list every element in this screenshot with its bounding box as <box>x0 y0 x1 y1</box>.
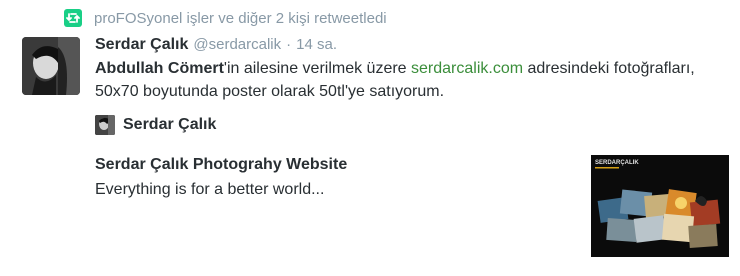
thumb-logo: SERDARÇALIK <box>595 160 639 166</box>
tweet-timestamp[interactable]: 14 sa. <box>296 36 337 53</box>
author-name[interactable]: Serdar Çalık <box>95 36 188 54</box>
retweet-icon <box>64 9 82 27</box>
author-avatar[interactable] <box>22 37 80 95</box>
card-thumbnail[interactable]: SERDARÇALIK <box>591 155 729 257</box>
card-author[interactable]: Serdar Çalık <box>95 115 216 135</box>
author-handle[interactable]: @serdarcalik <box>193 36 281 53</box>
card-title[interactable]: Serdar Çalık Photograhy Website <box>95 156 347 174</box>
retweet-context[interactable]: proFOSyonel işler ve diğer 2 kişi retwee… <box>64 9 387 27</box>
tweet-header: Serdar Çalık @serdarcalik · 14 sa. <box>95 36 337 54</box>
tweet-text-part1: 'in ailesine verilmek üzere <box>223 60 412 77</box>
card-description: Everything is for a better world... <box>95 181 325 198</box>
tweet-text: Abdullah Cömert'in ailesine verilmek üze… <box>95 57 695 103</box>
retweet-text[interactable]: proFOSyonel işler ve diğer 2 kişi retwee… <box>94 10 387 27</box>
url-link[interactable]: serdarcalik.com <box>411 60 523 77</box>
header-separator: · <box>286 36 292 53</box>
card-author-name: Serdar Çalık <box>123 116 217 133</box>
mention-link[interactable]: Abdullah Cömert <box>95 60 224 77</box>
card-author-avatar <box>95 115 115 135</box>
